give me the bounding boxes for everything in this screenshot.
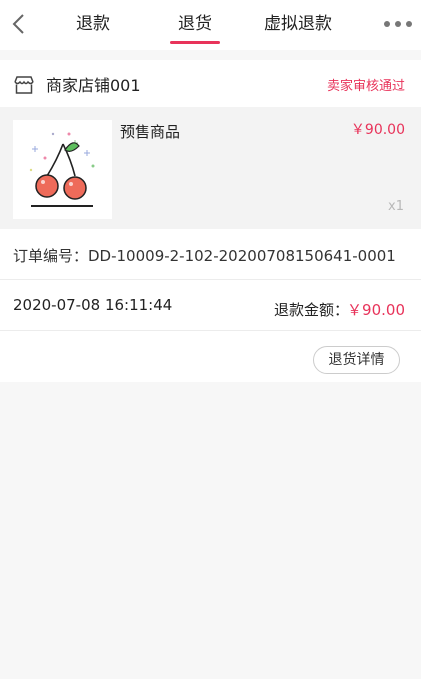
tab-virtual-refund[interactable]: 虚拟退款 xyxy=(256,0,340,50)
order-meta-row: 2020-07-08 16:11:44 退款金额： ￥90.00 xyxy=(0,280,421,331)
back-arrow-icon[interactable] xyxy=(8,10,32,38)
tab-virtual-refund-label: 虚拟退款 xyxy=(264,14,332,34)
tab-refund-label: 退款 xyxy=(76,14,110,34)
tab-return-label: 退货 xyxy=(178,14,212,34)
order-number: 订单编号：DD-10009-2-102-20200708150641-0001 xyxy=(13,247,396,265)
goods-image xyxy=(13,120,112,219)
refund-amount-label: 退款金额： xyxy=(273,301,349,319)
top-navigation-bar: 退款 退货 虚拟退款 xyxy=(0,0,421,50)
order-time: 2020-07-08 16:11:44 xyxy=(13,296,173,314)
order-number-row: 订单编号：DD-10009-2-102-20200708150641-0001 xyxy=(0,229,421,280)
goods-item[interactable]: 预售商品 ￥90.00 x1 xyxy=(0,107,421,229)
goods-quantity: x1 xyxy=(388,199,404,214)
store-icon xyxy=(13,75,35,95)
return-detail-button[interactable]: 退货详情 xyxy=(313,346,400,374)
refund-amount: ￥90.00 xyxy=(347,301,405,319)
return-order-card: 商家店铺001 卖家审核通过 预售商品 ￥90.00 x1 订单编号：DD-10… xyxy=(0,60,421,382)
goods-title: 预售商品 xyxy=(120,123,181,141)
action-row: 退货详情 xyxy=(0,331,421,382)
tab-return[interactable]: 退货 xyxy=(164,0,226,50)
tab-refund[interactable]: 退款 xyxy=(62,0,124,50)
more-options-icon[interactable] xyxy=(383,16,413,32)
return-status-text: 卖家审核通过 xyxy=(326,79,405,94)
cherry-icon xyxy=(29,132,95,207)
active-tab-underline xyxy=(170,41,220,44)
shop-name[interactable]: 商家店铺001 xyxy=(46,72,141,96)
shop-header: 商家店铺001 卖家审核通过 xyxy=(0,60,421,107)
goods-price: ￥90.00 xyxy=(350,122,405,138)
